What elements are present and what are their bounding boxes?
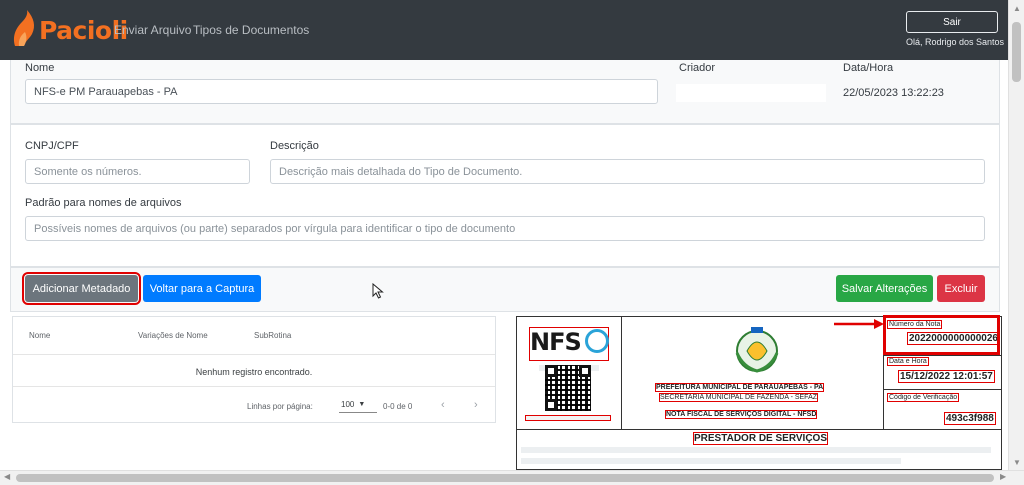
scroll-right-icon[interactable]: ▶: [1000, 472, 1006, 481]
padrao-input[interactable]: Possíveis nomes de arquivos (ou parte) s…: [25, 216, 985, 241]
annotation-highlight-box: [883, 315, 1000, 355]
codigo-verificacao-value: 493c3f988: [944, 412, 996, 425]
scroll-up-icon[interactable]: ▲: [1013, 4, 1021, 13]
criador-label: Criador: [679, 62, 716, 74]
prestador-title: PRESTADOR DE SERVIÇOS: [693, 432, 828, 445]
horizontal-scroll-thumb[interactable]: [16, 474, 994, 482]
nfse-logo-text: NFS: [530, 328, 582, 356]
pacioli-logo-icon: [13, 10, 35, 46]
doc-divider-h: [517, 429, 1001, 430]
redacted-bar-2: [525, 415, 611, 421]
rows-per-page-select[interactable]: 100 ▼: [339, 397, 377, 413]
metadata-table: Nome Variações de Nome SubRotina Nenhum …: [12, 316, 496, 423]
footer-divider: [13, 386, 495, 387]
nav-tipos-documentos[interactable]: Tipos de Documentos: [193, 23, 309, 37]
logout-button[interactable]: Sair: [906, 11, 998, 33]
nav-enviar-arquivo[interactable]: Enviar Arquivo: [114, 23, 191, 37]
vertical-scrollbar[interactable]: ▲ ▼: [1008, 0, 1024, 470]
column-header-nome[interactable]: Nome: [29, 331, 50, 340]
annotation-arrow-icon: [834, 319, 884, 329]
vertical-scroll-thumb[interactable]: [1012, 22, 1021, 82]
municipality-name: PREFEITURA MUNICIPAL DE PARAUAPEBAS - PA: [655, 383, 825, 392]
redacted-bar-3: [521, 447, 991, 453]
scroll-down-icon[interactable]: ▼: [1013, 458, 1021, 467]
nfse-logo: NFS: [529, 327, 609, 361]
descricao-input[interactable]: Descrição mais detalhada do Tipo de Docu…: [270, 159, 985, 184]
cnpj-input[interactable]: Somente os números.: [25, 159, 250, 184]
save-button[interactable]: Salvar Alterações: [836, 275, 933, 302]
scroll-left-icon[interactable]: ◀: [4, 472, 10, 481]
next-page-icon[interactable]: ›: [474, 399, 478, 411]
column-header-variacoes[interactable]: Variações de Nome: [138, 331, 208, 340]
empty-table-message: Nenhum registro encontrado.: [195, 367, 313, 377]
doc-divider-h3: [883, 389, 1001, 390]
cnpj-label: CNPJ/CPF: [25, 140, 79, 152]
criador-value-redacted: [676, 84, 826, 102]
pagination-range: 0-0 de 0: [383, 402, 413, 411]
redacted-bar-4: [521, 458, 901, 464]
header-divider: [13, 354, 495, 355]
top-navbar: Pacioli Enviar Arquivo Tipos de Document…: [0, 0, 1008, 60]
data-hora-label: Data e Hora: [887, 357, 929, 366]
delete-button[interactable]: Excluir: [937, 275, 985, 302]
nome-label: Nome: [25, 62, 55, 74]
qr-code-icon: [545, 365, 591, 411]
doc-divider-h2: [883, 355, 1001, 356]
data-hora-value: 15/12/2022 12:01:57: [898, 370, 995, 383]
rows-per-page-value: 100: [341, 400, 355, 409]
doc-divider-1: [621, 317, 622, 429]
mouse-cursor-icon: [372, 283, 384, 299]
brand-logo[interactable]: Pacioli: [10, 8, 128, 52]
add-metadata-button[interactable]: Adicionar Metadado: [22, 272, 141, 305]
nome-input[interactable]: NFS-e PM Parauapebas - PA: [25, 79, 658, 104]
codigo-verificacao-label: Código de Verificação: [887, 393, 960, 402]
municipal-crest-icon: [735, 327, 779, 373]
secretariat-name: SECRETARIA MUNICIPAL DE FAZENDA - SEFAZ: [659, 393, 819, 402]
prev-page-icon[interactable]: ‹: [441, 399, 445, 411]
form-panel: [10, 124, 1000, 267]
horizontal-scrollbar[interactable]: ◀ ▶: [0, 470, 1024, 485]
user-greeting: Olá, Rodrigo dos Santos: [906, 37, 1005, 47]
rows-per-page-label: Linhas por página:: [247, 402, 313, 411]
padrao-label: Padrão para nomes de arquivos: [25, 197, 182, 209]
column-header-subrotina[interactable]: SubRotina: [254, 331, 291, 340]
document-title: NOTA FISCAL DE SERVIÇOS DIGITAL - NFSD: [665, 410, 818, 419]
datahora-value: 22/05/2023 13:22:23: [843, 87, 944, 99]
nfse-e-icon: [585, 329, 609, 353]
descricao-label: Descrição: [270, 140, 319, 152]
back-to-capture-button[interactable]: Voltar para a Captura: [143, 275, 261, 302]
caret-down-icon: ▼: [358, 401, 366, 408]
datahora-label: Data/Hora: [843, 62, 894, 74]
